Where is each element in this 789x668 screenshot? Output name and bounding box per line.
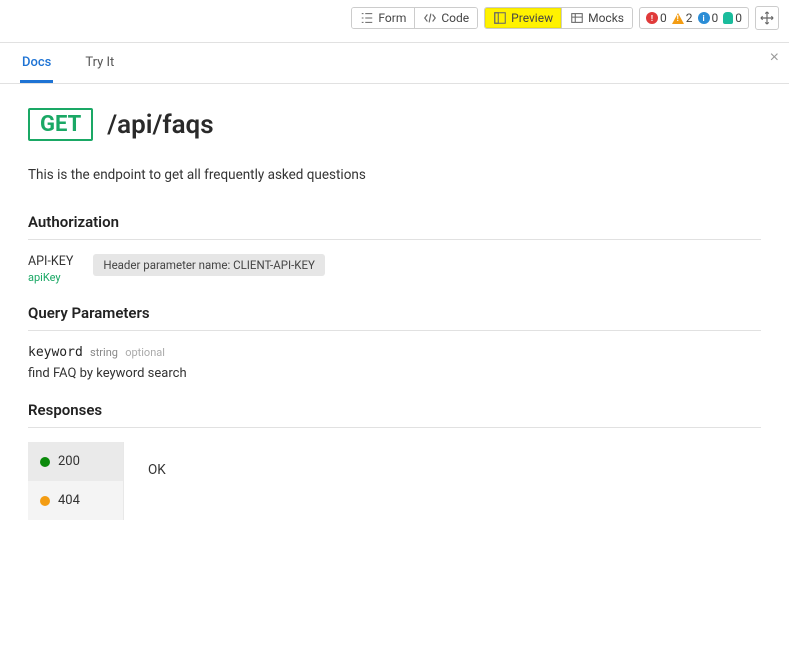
responses-heading: Responses bbox=[28, 401, 761, 428]
info-indicator[interactable]: i 0 bbox=[698, 11, 719, 25]
warning-icon bbox=[672, 13, 684, 24]
endpoint-description: This is the endpoint to get all frequent… bbox=[28, 167, 761, 183]
warning-count: 2 bbox=[686, 11, 693, 25]
authorization-row: API-KEY apiKey Header parameter name: CL… bbox=[28, 254, 761, 284]
form-label: Form bbox=[378, 11, 406, 25]
docs-content: GET /api/faqs This is the endpoint to ge… bbox=[0, 84, 789, 544]
param-description: find FAQ by keyword search bbox=[28, 366, 761, 381]
preview-icon bbox=[493, 11, 507, 25]
hint-count: 0 bbox=[735, 11, 742, 25]
diagnostics-group[interactable]: ! 0 2 i 0 0 bbox=[639, 7, 749, 29]
auth-name: API-KEY bbox=[28, 254, 73, 269]
hint-icon bbox=[723, 12, 733, 24]
http-method-badge: GET bbox=[28, 108, 93, 141]
warning-indicator[interactable]: 2 bbox=[672, 11, 693, 25]
preview-tabs: Docs Try It bbox=[0, 43, 789, 84]
responses-row: 200 404 OK bbox=[28, 442, 761, 520]
response-item-404[interactable]: 404 bbox=[28, 481, 123, 520]
response-code: 404 bbox=[58, 493, 80, 508]
authorization-heading: Authorization bbox=[28, 213, 761, 240]
preview-panel: × Docs Try It GET /api/faqs This is the … bbox=[0, 42, 789, 544]
endpoint-path: /api/faqs bbox=[107, 110, 213, 140]
mocks-icon bbox=[570, 11, 584, 25]
param-type: string bbox=[90, 346, 118, 359]
mocks-label: Mocks bbox=[588, 11, 624, 25]
move-panel-button[interactable] bbox=[755, 6, 779, 30]
info-count: 0 bbox=[712, 11, 719, 25]
query-param-row: keyword string optional bbox=[28, 345, 761, 360]
info-icon: i bbox=[698, 12, 710, 24]
code-label: Code bbox=[441, 11, 469, 25]
responses-sidebar: 200 404 bbox=[28, 442, 124, 520]
response-body: OK bbox=[124, 442, 190, 520]
preview-button[interactable]: Preview bbox=[485, 8, 562, 28]
view-mode-group: Form Code bbox=[351, 7, 478, 29]
code-icon bbox=[423, 11, 437, 25]
status-dot-icon bbox=[40, 496, 50, 506]
error-icon: ! bbox=[646, 12, 658, 24]
auth-type: apiKey bbox=[28, 271, 73, 284]
tab-docs[interactable]: Docs bbox=[20, 43, 53, 83]
response-code: 200 bbox=[58, 454, 80, 469]
status-dot-icon bbox=[40, 457, 50, 467]
auth-name-column: API-KEY apiKey bbox=[28, 254, 73, 284]
query-params-heading: Query Parameters bbox=[28, 304, 761, 331]
tab-try-it[interactable]: Try It bbox=[83, 43, 116, 83]
preview-label: Preview bbox=[511, 11, 553, 25]
param-optional: optional bbox=[125, 346, 165, 359]
form-button[interactable]: Form bbox=[352, 8, 415, 28]
error-count: 0 bbox=[660, 11, 667, 25]
error-indicator[interactable]: ! 0 bbox=[646, 11, 667, 25]
endpoint-title-row: GET /api/faqs bbox=[28, 108, 761, 141]
hint-indicator[interactable]: 0 bbox=[723, 11, 742, 25]
response-item-200[interactable]: 200 bbox=[28, 442, 123, 481]
preview-mocks-group: Preview Mocks bbox=[484, 7, 633, 29]
form-icon bbox=[360, 11, 374, 25]
code-button[interactable]: Code bbox=[415, 8, 477, 28]
top-toolbar: Form Code Preview Mocks ! 0 2 i 0 bbox=[0, 0, 789, 36]
mocks-button[interactable]: Mocks bbox=[562, 8, 632, 28]
move-icon bbox=[760, 11, 774, 25]
close-panel-button[interactable]: × bbox=[770, 49, 779, 67]
auth-description: Header parameter name: CLIENT-API-KEY bbox=[93, 254, 325, 276]
param-name: keyword bbox=[28, 345, 83, 360]
